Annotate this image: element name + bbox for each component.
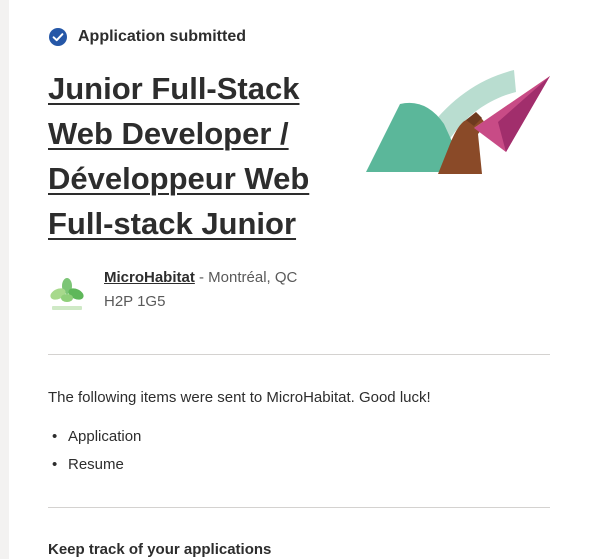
list-item-label: Application: [68, 428, 142, 445]
company-details: MicroHabitat - Montréal, QC H2P 1G5: [104, 266, 324, 314]
job-title-line: Junior Full-Stack: [48, 71, 300, 106]
sent-items-list: • Application • Resume: [48, 423, 141, 479]
job-title-line: Web Developer /: [48, 116, 289, 151]
job-title-line: Full-stack Junior: [48, 206, 297, 241]
divider: [48, 507, 550, 508]
company-info: MicroHabitat - Montréal, QC H2P 1G5: [48, 266, 324, 314]
list-item: • Application: [48, 423, 141, 451]
bullet: •: [52, 456, 58, 473]
check-circle-icon: [48, 27, 68, 47]
track-applications-heading: Keep track of your applications: [48, 541, 272, 558]
company-name-link[interactable]: MicroHabitat: [104, 269, 195, 286]
bullet: •: [52, 428, 58, 445]
sent-items-message: The following items were sent to MicroHa…: [48, 389, 431, 406]
list-item: • Resume: [48, 451, 141, 479]
microhabitat-leaf-logo: [48, 276, 86, 314]
application-status: Application submitted: [48, 27, 246, 47]
status-text: Application submitted: [78, 28, 246, 45]
list-item-label: Resume: [68, 456, 124, 473]
job-title-line: Développeur Web: [48, 161, 310, 196]
job-title[interactable]: Junior Full-Stack Web Developer / Dévelo…: [48, 66, 348, 246]
divider: [48, 354, 550, 355]
paper-plane-hand-illustration: [366, 62, 556, 180]
left-edge-strip: [0, 0, 9, 559]
